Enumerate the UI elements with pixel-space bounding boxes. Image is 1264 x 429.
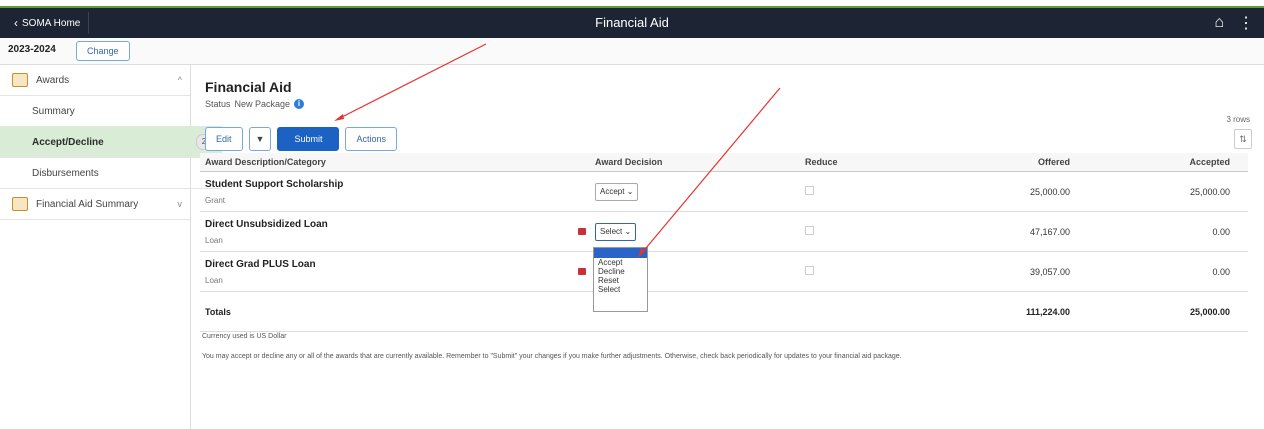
- annotation-arrow-line: [640, 87, 781, 255]
- annotation-arrows: [334, 43, 781, 258]
- annotation-arrow-line: [337, 43, 487, 120]
- arrowhead-icon: [638, 248, 645, 258]
- arrowhead-icon: [334, 114, 344, 121]
